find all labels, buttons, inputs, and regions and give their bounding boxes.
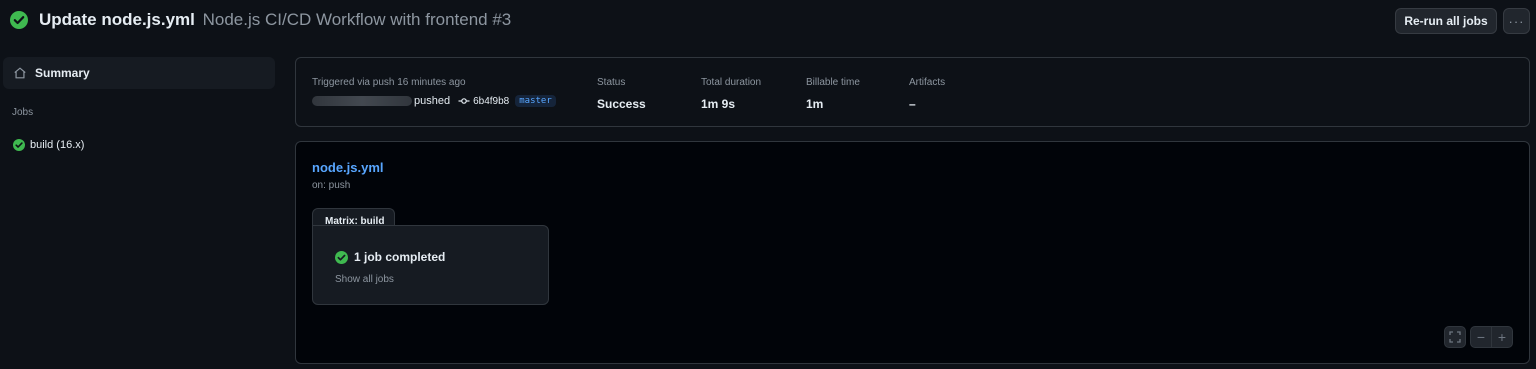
duration-value: 1m 9s bbox=[701, 97, 736, 111]
fullscreen-icon bbox=[1449, 331, 1461, 343]
zoom-in-button[interactable]: + bbox=[1491, 326, 1513, 348]
fullscreen-button[interactable] bbox=[1444, 326, 1466, 348]
artifacts-value: – bbox=[909, 97, 916, 111]
rerun-all-jobs-button[interactable]: Re-run all jobs bbox=[1395, 8, 1497, 34]
duration-info: Total duration 1m 9s bbox=[701, 77, 761, 111]
home-icon bbox=[14, 67, 26, 79]
workflow-run-name[interactable]: Node.js CI/CD Workflow with frontend #3 bbox=[203, 10, 512, 29]
matrix-job-card[interactable]: 1 job completed Show all jobs bbox=[312, 225, 549, 305]
check-circle-icon bbox=[335, 250, 348, 264]
run-title: Update node.js.yml bbox=[39, 10, 195, 29]
sidebar-item-label: build (16.x) bbox=[30, 139, 85, 151]
matrix-status-text: 1 job completed bbox=[354, 250, 446, 264]
billable-value: 1m bbox=[806, 97, 824, 111]
duration-label: Total duration bbox=[701, 77, 762, 88]
check-circle-icon bbox=[13, 139, 25, 151]
page-title: Update node.js.yml Node.js CI/CD Workflo… bbox=[39, 10, 511, 30]
check-circle-icon bbox=[10, 11, 28, 29]
jobs-heading: Jobs bbox=[12, 107, 34, 118]
status-value: Success bbox=[597, 97, 646, 111]
sidebar-item-build-job[interactable]: build (16.x) bbox=[3, 134, 275, 156]
workflow-file-link[interactable]: node.js.yml bbox=[312, 160, 384, 175]
commit-sha-link[interactable]: 6b4f9b8 bbox=[473, 96, 509, 107]
status-label: Status bbox=[597, 77, 626, 88]
status-info: Status Success bbox=[597, 77, 646, 111]
trigger-info: Triggered via push 16 minutes ago pushed… bbox=[312, 77, 556, 107]
run-summary-panel: Triggered via push 16 minutes ago pushed… bbox=[295, 57, 1530, 127]
show-all-jobs-link[interactable]: Show all jobs bbox=[335, 274, 394, 285]
workflow-graph-panel: node.js.yml on: push Matrix: build 1 job… bbox=[295, 141, 1530, 364]
more-options-button[interactable]: ··· bbox=[1503, 8, 1530, 34]
branch-badge[interactable]: master bbox=[515, 95, 556, 107]
run-header: Update node.js.yml Node.js CI/CD Workflo… bbox=[0, 0, 1536, 42]
billable-info: Billable time 1m bbox=[806, 77, 860, 111]
sidebar-item-summary[interactable]: Summary bbox=[3, 57, 275, 89]
sidebar-item-label: Summary bbox=[35, 66, 90, 80]
trigger-label: Triggered via push 16 minutes ago bbox=[312, 77, 466, 88]
artifacts-label: Artifacts bbox=[909, 77, 946, 88]
actor-avatar-name-redacted bbox=[312, 96, 412, 106]
matrix-status: 1 job completed bbox=[335, 250, 445, 264]
pushed-text: pushed bbox=[414, 95, 451, 107]
zoom-out-button[interactable]: − bbox=[1470, 326, 1492, 348]
artifacts-info: Artifacts – bbox=[909, 77, 945, 111]
workflow-trigger: on: push bbox=[312, 180, 351, 191]
billable-label: Billable time bbox=[806, 77, 860, 88]
git-commit-icon bbox=[458, 98, 470, 104]
